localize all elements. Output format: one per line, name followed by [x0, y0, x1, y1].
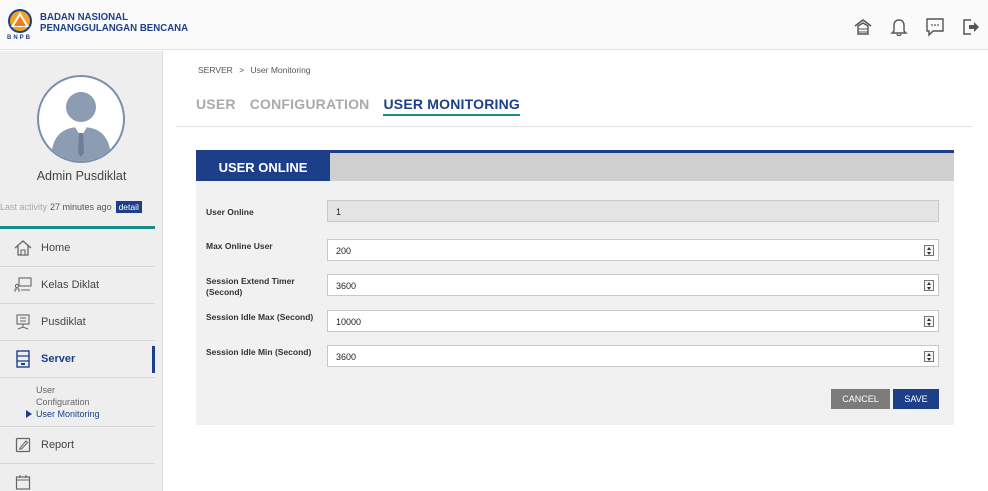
main-content: SERVER > User Monitoring USER CONFIGURAT…	[176, 51, 972, 491]
sidebar-divider	[0, 226, 155, 229]
user-name: Admin Pusdiklat	[36, 169, 127, 183]
session-idle-max-field[interactable]: 10000	[327, 310, 939, 332]
top-bar: BNPB BADAN NASIONAL PENANGGULANGAN BENCA…	[0, 0, 988, 50]
field-label: User Online	[206, 207, 254, 217]
field-value: 200	[336, 246, 352, 256]
server-submenu: User Configuration User Monitoring	[0, 378, 155, 427]
breadcrumb-separator: >	[239, 65, 245, 75]
bell-icon[interactable]	[886, 14, 912, 40]
logout-icon[interactable]	[958, 14, 984, 40]
sidebar-item-label: Home	[41, 242, 71, 254]
logo-line2: PENANGGULANGAN BENCANA	[40, 22, 189, 34]
session-extend-timer-field[interactable]: 3600	[327, 274, 939, 296]
bnpb-logo[interactable]: BNPB BADAN NASIONAL PENANGGULANGAN BENCA…	[5, 5, 188, 45]
spinner-icon[interactable]	[924, 280, 934, 291]
sidebar-item-server[interactable]: Server	[0, 341, 155, 378]
breadcrumb-root[interactable]: SERVER	[198, 65, 233, 75]
last-activity-value: 27 minutes ago	[50, 202, 112, 212]
home-icon	[14, 239, 32, 257]
submenu-item-user-monitoring[interactable]: User Monitoring	[24, 408, 155, 420]
field-label: Session Idle Min (Second)	[206, 347, 312, 357]
message-icon[interactable]	[922, 14, 948, 40]
sidebar-item-label: Report	[41, 439, 75, 451]
submenu-item-configuration[interactable]: Configuration	[36, 396, 155, 408]
user-online-field: 1	[327, 200, 939, 222]
header-actions	[850, 14, 984, 40]
breadcrumb-current: User Monitoring	[250, 65, 311, 75]
spinner-icon[interactable]	[924, 316, 934, 327]
tab-bar: USER CONFIGURATION USER MONITORING	[196, 96, 521, 116]
bnpb-emblem-icon	[8, 9, 32, 33]
user-online-panel: USER ONLINE User Online 1 Max Online Use…	[196, 150, 954, 425]
divider	[176, 126, 972, 127]
field-label: Session Idle Max (Second)	[206, 312, 314, 322]
tab-user-monitoring[interactable]: USER MONITORING	[383, 96, 521, 116]
detail-button[interactable]: detail	[115, 201, 142, 213]
sidebar-nav: Home Kelas Diklat Pusdiklat Server User …	[0, 230, 155, 491]
cancel-button[interactable]: CANCEL	[831, 389, 890, 409]
home-icon[interactable]	[850, 14, 876, 40]
breadcrumb: SERVER > User Monitoring	[198, 65, 311, 75]
report-icon	[14, 436, 32, 454]
sidebar-item-report[interactable]: Report	[0, 427, 155, 464]
building-icon	[14, 313, 32, 331]
field-value: 3600	[336, 352, 357, 362]
session-idle-min-field[interactable]: 3600	[327, 345, 939, 367]
sidebar-item-kelas-diklat[interactable]: Kelas Diklat	[0, 267, 155, 304]
save-button[interactable]: SAVE	[893, 389, 939, 409]
max-online-user-field[interactable]: 200	[327, 239, 939, 261]
field-label: Max Online User	[206, 241, 273, 251]
sidebar-item-label: Pusdiklat	[41, 316, 86, 328]
sidebar-item-label: Server	[41, 353, 76, 365]
logo-abbr: BNPB	[7, 35, 33, 41]
submenu-item-user[interactable]: User	[36, 384, 155, 396]
server-icon	[14, 350, 32, 368]
sidebar: Admin Pusdiklat Last activity 27 minutes…	[0, 51, 163, 491]
sidebar-item-pusdiklat[interactable]: Pusdiklat	[0, 304, 155, 341]
sidebar-item-more[interactable]	[0, 464, 155, 491]
last-activity-label: Last activity	[0, 202, 48, 212]
spinner-icon[interactable]	[924, 351, 934, 362]
avatar	[37, 75, 125, 163]
spinner-icon[interactable]	[924, 245, 934, 256]
tab-user[interactable]: USER	[196, 96, 236, 116]
sidebar-item-home[interactable]: Home	[0, 230, 155, 267]
calendar-icon	[14, 473, 32, 491]
field-label: Session Extend Timer (Second)	[206, 276, 295, 297]
classroom-icon	[14, 276, 32, 294]
panel-title: USER ONLINE	[196, 153, 330, 181]
panel-header: USER ONLINE	[196, 150, 954, 181]
last-activity: Last activity 27 minutes ago detail	[0, 201, 162, 213]
sidebar-item-label: Kelas Diklat	[41, 279, 100, 291]
tab-configuration[interactable]: CONFIGURATION	[250, 96, 370, 116]
field-value: 3600	[336, 281, 357, 291]
field-value: 10000	[336, 317, 362, 327]
